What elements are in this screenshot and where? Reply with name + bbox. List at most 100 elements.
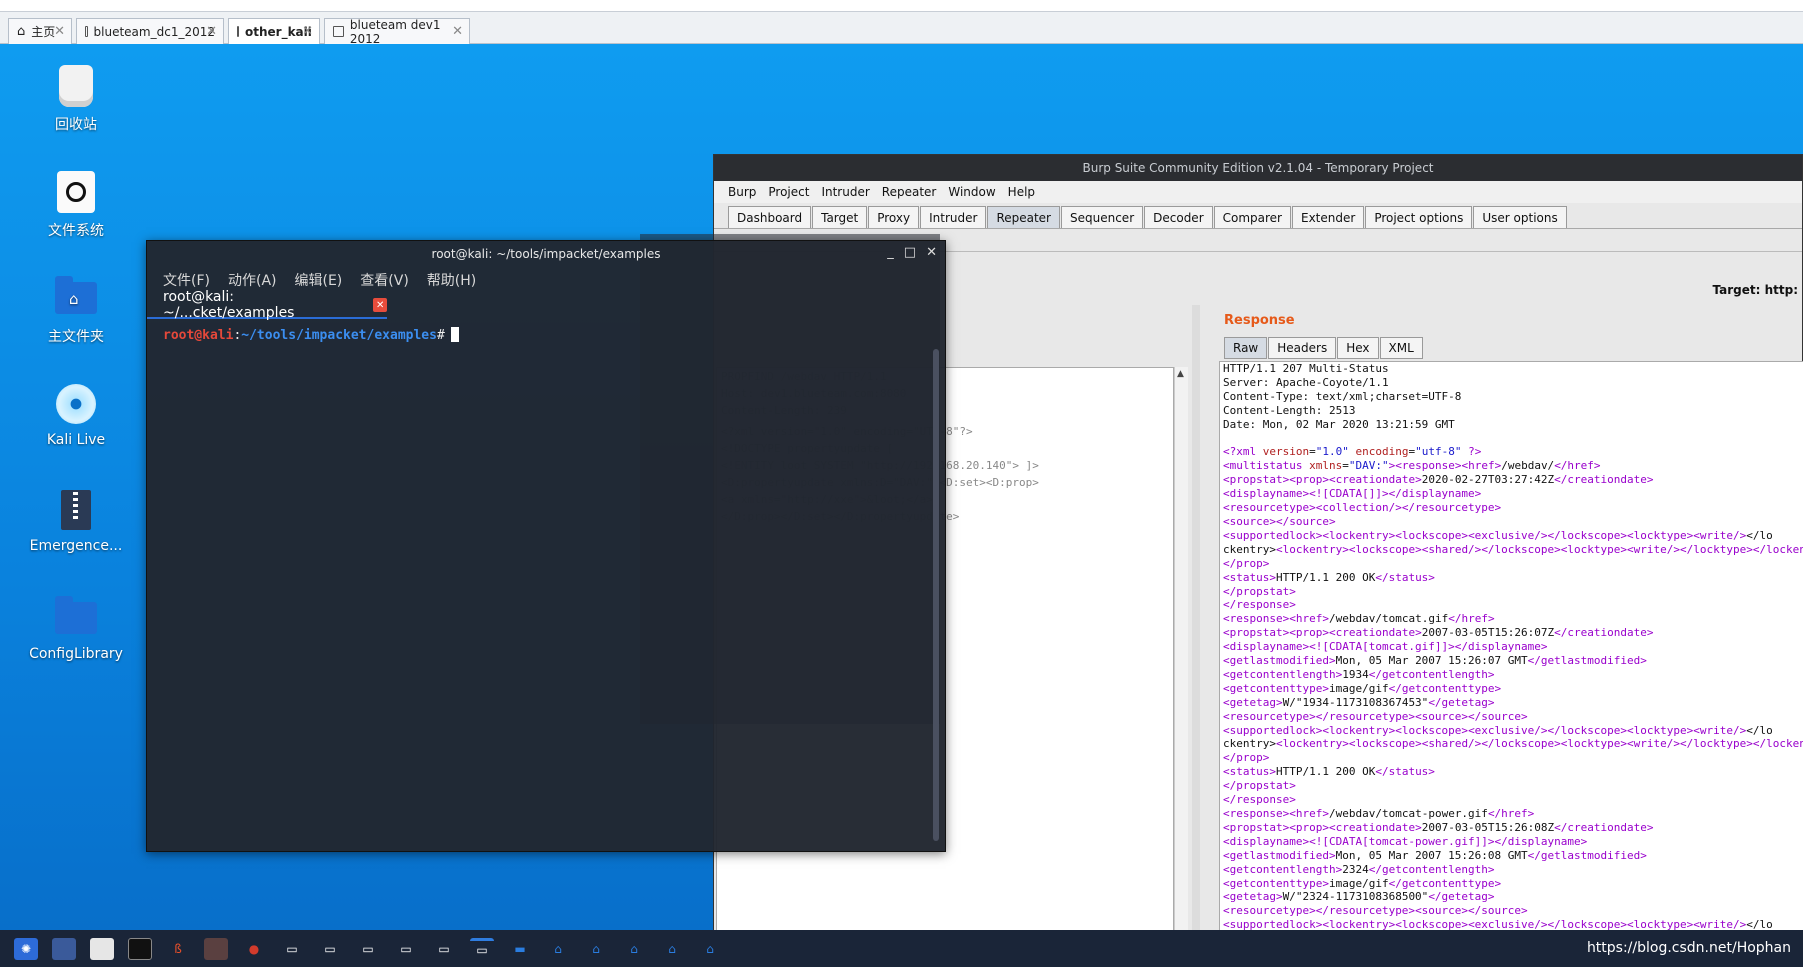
burp-menu-project[interactable]: Project (768, 185, 809, 199)
response-xml-line: </propstat> (1223, 584, 1296, 598)
response-heading: Response (1224, 313, 1295, 328)
desktop-icon-label: 回收站 (55, 117, 97, 133)
terminal-window-button-icon[interactable]: ▭ (470, 937, 494, 960)
terminal-menu-edit[interactable]: 编辑(E) (295, 270, 343, 290)
burp-tab-intruder[interactable]: Intruder (920, 206, 987, 228)
folder-window-button-icon[interactable]: ⌂ (622, 938, 646, 960)
response-xml-line: <status>HTTP/1.1 200 OK</status> (1223, 570, 1435, 584)
burp-menubar: Burp Project Intruder Repeater Window He… (714, 181, 1802, 203)
vm-tab-home[interactable]: ⌂ 主页 ✕ (8, 18, 72, 44)
desktop-icon-home-folder[interactable]: ⌂ 主文件夹 (16, 276, 136, 346)
burp-menu-intruder[interactable]: Intruder (821, 185, 869, 199)
terminal-titlebar[interactable]: root@kali: ~/tools/impacket/examples _ □… (147, 241, 945, 267)
target-label[interactable]: Target: http: (1713, 283, 1799, 297)
response-xml-line: <supportedlock><lockentry><lockscope><ex… (1223, 723, 1773, 737)
burp-tab-decoder[interactable]: Decoder (1144, 206, 1213, 228)
terminal-tab[interactable]: root@kali: ~/...cket/examples ✕ (163, 289, 387, 321)
response-xml-line: <response><href>/webdav/tomcat.gif</href… (1223, 612, 1495, 626)
pane-splitter[interactable] (1192, 305, 1200, 967)
show-desktop-icon[interactable] (52, 937, 76, 960)
response-xml-line: <displayname><![CDATA[tomcat.gif]]></dis… (1223, 640, 1548, 654)
response-header-line: HTTP/1.1 207 Multi-Status (1223, 362, 1389, 375)
burp-tab-target[interactable]: Target (812, 206, 868, 228)
prompt-path: ~/tools/impacket/examples (241, 328, 437, 343)
prompt-user: root@kali (163, 328, 234, 343)
terminal-menu-action[interactable]: 动作(A) (228, 270, 277, 290)
window-button-icon[interactable]: ▭ (432, 938, 456, 960)
close-icon[interactable]: ✕ (926, 245, 937, 260)
response-tab-headers[interactable]: Headers (1268, 337, 1337, 359)
folder-window-button-icon[interactable]: ⌂ (698, 938, 722, 960)
desktop-icon-trash[interactable]: 回收站 (16, 64, 136, 134)
terminal-menu-help[interactable]: 帮助(H) (427, 270, 476, 290)
terminal-scrollbar[interactable] (933, 349, 939, 841)
terminal-body[interactable]: root@kali:~/tools/impacket/examples# (147, 319, 945, 351)
response-tab-xml[interactable]: XML (1379, 337, 1423, 359)
maximize-icon[interactable]: □ (904, 245, 916, 260)
desktop-icon-label: 文件系统 (48, 223, 104, 239)
response-xml-line: </prop> (1223, 556, 1270, 570)
folder-window-button-icon[interactable]: ▬ (508, 938, 532, 960)
desktop-icon-kali-live[interactable]: Kali Live (16, 382, 136, 448)
window-button-icon[interactable]: ▭ (318, 938, 342, 960)
folder-window-button-icon[interactable]: ⌂ (584, 938, 608, 960)
burp-tab-extender[interactable]: Extender (1292, 206, 1365, 228)
response-header-line: Content-Type: text/xml;charset=UTF-8 (1223, 389, 1462, 403)
response-xml-line: <getcontenttype>image/gif</getcontenttyp… (1223, 681, 1502, 695)
burp-tab-comparer[interactable]: Comparer (1213, 206, 1291, 228)
response-xml-line: <displayname><![CDATA[]]></displayname> (1223, 487, 1482, 501)
vm-tab-blueteam-dc1[interactable]: blueteam_dc1_2012 ✕ (76, 18, 224, 44)
minimize-icon[interactable]: _ (887, 245, 894, 260)
burp-tab-dashboard[interactable]: Dashboard (728, 206, 812, 228)
desktop-icon-label: 主文件夹 (48, 329, 104, 345)
file-manager-icon[interactable] (90, 937, 114, 960)
burp-tab-repeater[interactable]: Repeater (987, 206, 1060, 228)
response-tab-raw[interactable]: Raw (1224, 337, 1268, 359)
vm-tab-blueteam-dev1[interactable]: blueteam dev1 2012 ✕ (324, 18, 470, 46)
burp-tab-user-options[interactable]: User options (1473, 206, 1567, 228)
terminal-window: root@kali: ~/tools/impacket/examples _ □… (146, 240, 946, 852)
browser-icon[interactable]: ● (242, 938, 266, 960)
terminal-menu-file[interactable]: 文件(F) (163, 270, 210, 290)
terminal-launcher-icon[interactable] (128, 937, 152, 960)
burp-menu-help[interactable]: Help (1008, 185, 1035, 199)
burp-titlebar[interactable]: Burp Suite Community Edition v2.1.04 - T… (714, 155, 1802, 181)
app-menu-icon[interactable]: ✺ (14, 937, 38, 960)
terminal-menu-view[interactable]: 查看(V) (360, 270, 409, 290)
burp-launcher-icon[interactable]: ß (166, 938, 190, 960)
vm-tab-label: 主页 (31, 25, 56, 39)
response-xml-line: <resourcetype></resourcetype><source></s… (1223, 904, 1528, 918)
response-xml-line: </prop> (1223, 751, 1270, 765)
burp-menu-repeater[interactable]: Repeater (882, 185, 937, 199)
close-icon[interactable]: ✕ (452, 24, 463, 39)
app-launcher-icon[interactable] (204, 937, 228, 960)
burp-tab-project-options[interactable]: Project options (1365, 206, 1473, 228)
folder-window-button-icon[interactable]: ⌂ (546, 938, 570, 960)
window-button-icon[interactable]: ▭ (394, 938, 418, 960)
close-icon[interactable]: ✕ (54, 24, 65, 39)
watermark-url: https://blog.csdn.net/Hophan (1586, 940, 1791, 956)
vm-tab-other-kali[interactable]: other_kali ✕ (228, 18, 320, 44)
response-header-line: Date: Mon, 02 Mar 2020 13:21:59 GMT (1223, 417, 1455, 431)
burp-menu-window[interactable]: Window (948, 185, 995, 199)
request-scrollbar[interactable] (1174, 367, 1188, 967)
response-xml-line: <source></source> (1223, 514, 1336, 528)
response-viewer[interactable]: HTTP/1.1 207 Multi-Status Server: Apache-… (1219, 361, 1803, 967)
response-tab-hex[interactable]: Hex (1337, 337, 1379, 359)
close-icon[interactable]: ✕ (373, 298, 387, 312)
response-xml-line: <resourcetype><collection/></resourcetyp… (1223, 501, 1502, 515)
window-button-icon[interactable]: ▭ (280, 938, 304, 960)
burp-tab-sequencer[interactable]: Sequencer (1061, 206, 1144, 228)
window-button-icon[interactable]: ▭ (356, 938, 380, 960)
desktop-icon-configlibrary[interactable]: ConfigLibrary (16, 596, 136, 662)
burp-menu-burp[interactable]: Burp (728, 185, 756, 199)
desktop-icon-filesystem[interactable]: 文件系统 (16, 170, 136, 240)
close-icon[interactable]: ✕ (206, 24, 217, 39)
desktop-icon-emergence[interactable]: Emergence... (16, 488, 136, 554)
desktop-icon-label: ConfigLibrary (29, 646, 123, 662)
home-folder-icon: ⌂ (55, 276, 97, 314)
close-icon[interactable]: ✕ (302, 24, 313, 39)
response-header-line: Server: Apache-Coyote/1.1 (1223, 375, 1389, 389)
folder-window-button-icon[interactable]: ⌂ (660, 938, 684, 960)
burp-tab-proxy[interactable]: Proxy (868, 206, 920, 228)
